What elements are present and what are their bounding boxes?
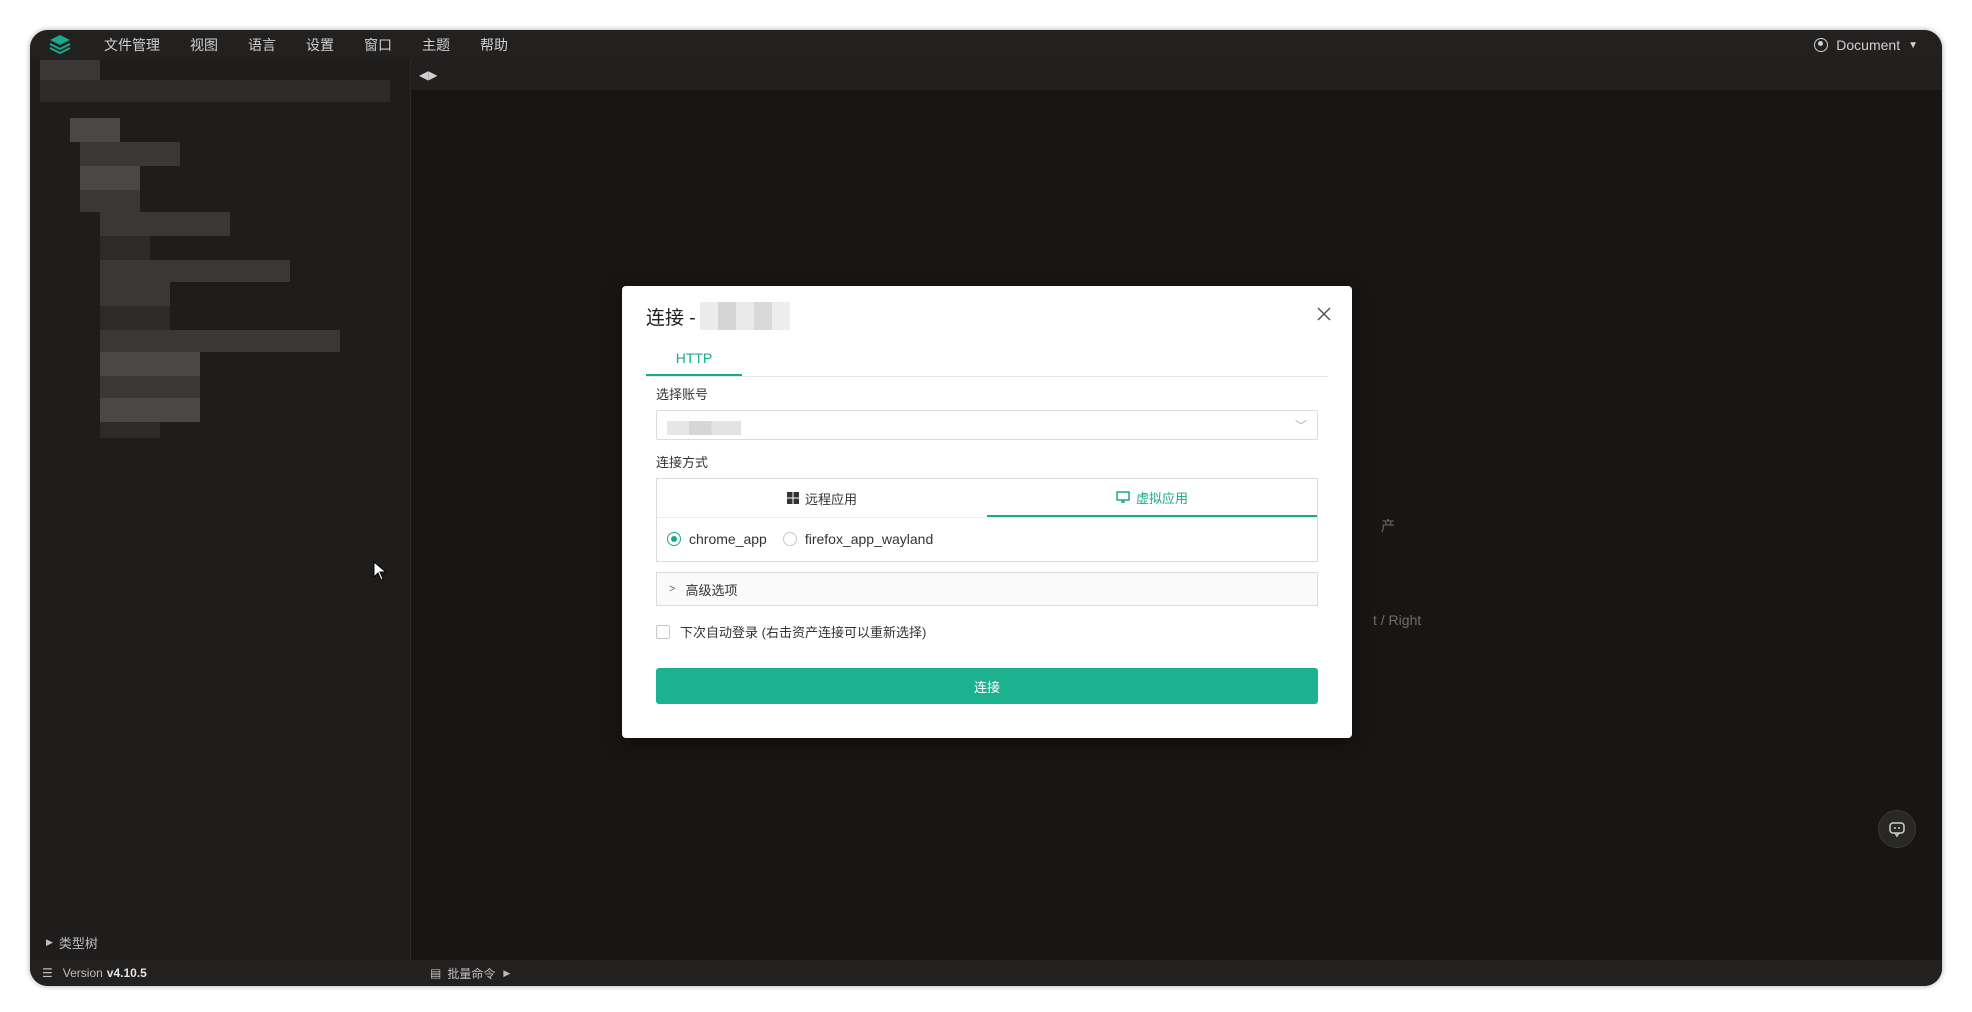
caret-right-icon: ▶ [503,967,511,978]
caret-right-icon: ▶ [46,937,53,947]
app-logo-icon [46,31,74,59]
advanced-options-toggle[interactable]: > 高级选项 [656,572,1318,606]
account-select[interactable]: ﹀ [656,410,1318,440]
menu-window[interactable]: 窗口 [364,35,392,55]
tab-bar: ◀▶ [411,60,1942,90]
caret-down-icon: ▼ [1908,39,1918,51]
tab-virtual-app-label: 虚拟应用 [1135,490,1188,506]
background-hint-text-2: 产 [1381,518,1395,534]
connect-dialog: 连接 - HTTP 选择账号 ﹀ 连接方式 远程应用 虚拟应用 chrome_a… [622,286,1352,738]
auto-login-option: 下次自动登录 (右击资产连接可以重新选择) [656,622,926,641]
connect-method-label: 连接方式 [656,455,709,470]
tab-http[interactable]: HTTP [646,342,742,376]
chat-assistant-button[interactable] [1878,810,1916,848]
background-hint-text: t / Right [1373,612,1422,628]
tab-virtual-app[interactable]: 虚拟应用 [987,479,1317,517]
user-icon [1814,38,1829,52]
redacted-asset-name [699,302,790,330]
app-radio-group: chrome_app firefox_app_wayland [667,531,949,547]
chevron-down-icon: ﹀ [1294,419,1307,433]
redacted-account-value [667,421,741,435]
connect-method-tabs: 远程应用 虚拟应用 [657,479,1317,518]
user-label: Document [1836,37,1901,53]
connect-method-box: 远程应用 虚拟应用 chrome_app firefox_app_wayland [656,478,1318,562]
menu-bar: 文件管理 视图 语言 设置 窗口 主题 帮助 Document ▼ [30,30,1942,60]
connect-button[interactable]: 连接 [656,668,1318,704]
radio-chrome-app-label[interactable]: chrome_app [689,531,767,547]
close-icon[interactable] [1314,304,1334,324]
menu-items: 文件管理 视图 语言 设置 窗口 主题 帮助 [104,35,538,55]
windows-icon [786,492,799,504]
advanced-options-label: 高级选项 [685,582,738,598]
menu-language[interactable]: 语言 [248,35,276,55]
monitor-icon [1116,491,1130,503]
version-number: v4.10.5 [106,966,147,980]
auto-login-checkbox[interactable] [656,624,670,639]
mouse-cursor-icon [373,560,388,586]
command-icon: ▤ [430,966,442,980]
radio-firefox-app-wayland-label[interactable]: firefox_app_wayland [805,531,933,547]
redacted-asset-tree [40,60,400,580]
version-info: ☰ Version v4.10.5 [30,966,410,980]
tab-scroll-arrows-icon[interactable]: ◀▶ [419,68,437,82]
version-prefix: Version [62,966,103,980]
chevron-right-icon: > [669,583,676,595]
tab-remote-app-label: 远程应用 [804,491,857,507]
menu-file-manager[interactable]: 文件管理 [104,35,160,55]
dialog-title-text: 连接 - [646,307,696,329]
type-tree-label: 类型树 [58,936,98,951]
status-bar: ☰ Version v4.10.5 ▤ 批量命令 ▶ [30,960,1942,986]
list-icon[interactable]: ☰ [42,966,53,980]
account-label: 选择账号 [656,387,709,402]
radio-firefox-app-wayland[interactable] [782,532,797,546]
menu-theme[interactable]: 主题 [422,35,450,55]
menu-settings[interactable]: 设置 [306,35,334,55]
auto-login-label[interactable]: 下次自动登录 (右击资产连接可以重新选择) [680,622,926,641]
batch-command-label: 批量命令 [447,966,496,981]
batch-command-toggle[interactable]: ▤ 批量命令 ▶ [410,965,510,982]
menu-view[interactable]: 视图 [190,35,218,55]
type-tree-toggle[interactable]: ▶ 类型树 [46,933,98,952]
dialog-title: 连接 - [646,302,790,330]
menu-help[interactable]: 帮助 [480,35,508,55]
chat-icon [1889,822,1905,838]
asset-tree-sidebar: ▶ 类型树 [30,60,411,986]
user-menu[interactable]: Document ▼ [1814,30,1918,60]
tab-remote-app[interactable]: 远程应用 [657,479,987,517]
protocol-tabs: HTTP [646,342,1328,377]
radio-chrome-app[interactable] [667,532,681,546]
